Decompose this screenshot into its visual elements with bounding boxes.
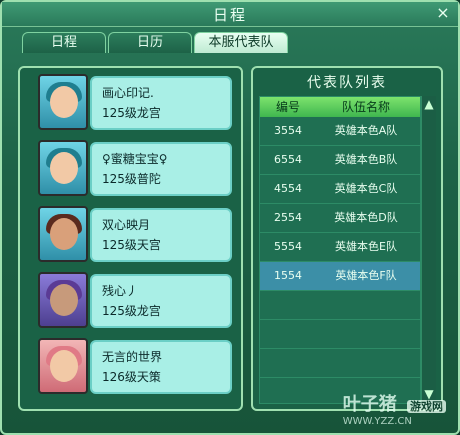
team-list-title: 代表队列表: [307, 75, 387, 91]
tab-server-team[interactable]: 本服代表队: [194, 32, 288, 53]
row-team-name: 英雄本色F队: [335, 269, 397, 282]
member-name: 画心印记.: [102, 86, 154, 100]
row-team-name: 英雄本色A队: [334, 124, 398, 137]
avatar: [38, 140, 88, 196]
table-header: 编号 队伍名称: [260, 97, 420, 117]
team-table: 编号 队伍名称 3554 英雄本色A队 6554 英雄本色B队 4554 英雄本色C队 …: [259, 96, 421, 404]
watermark: 叶子猪 游戏网 WWW.YZZ.CN: [343, 390, 446, 427]
table-row[interactable]: 2554 英雄本色D队: [260, 204, 420, 233]
row-team-name: 英雄本色E队: [335, 240, 397, 253]
member-name: ♀蜜糖宝宝♀: [102, 152, 168, 166]
member-card[interactable]: 画心印记. 125级龙宫: [38, 74, 240, 132]
avatar: [38, 338, 88, 394]
member-level: 126级天策: [102, 370, 161, 384]
avatar: [38, 272, 88, 328]
tab-calendar[interactable]: 日历: [108, 32, 192, 53]
table-row-selected[interactable]: 1554 英雄本色F队: [260, 262, 420, 291]
team-list-panel: 代表队列表 编号 队伍名称 3554 英雄本色A队 6554 英雄本色B队 4554 英…: [251, 66, 443, 411]
tab-schedule[interactable]: 日程: [22, 32, 106, 53]
member-card[interactable]: 无言的世界 126级天策: [38, 338, 240, 396]
watermark-main: 叶子猪: [342, 394, 397, 415]
table-row-empty: [260, 349, 420, 378]
row-team-name: 英雄本色C队: [334, 182, 398, 195]
member-card[interactable]: ♀蜜糖宝宝♀ 125级普陀: [38, 140, 240, 198]
title-bar: 日程 ×: [2, 2, 458, 27]
member-info: 残心丿 125级龙宫: [90, 274, 232, 328]
row-team-name: 英雄本色D队: [334, 211, 398, 224]
member-card[interactable]: 双心映月 125级天宫: [38, 206, 240, 264]
row-team-name: 英雄本色B队: [334, 153, 398, 166]
header-team-name: 队伍名称: [341, 100, 390, 114]
watermark-badge: 游戏网: [407, 400, 446, 413]
avatar: [38, 206, 88, 262]
row-id: 6554: [274, 153, 302, 166]
member-level: 125级普陀: [102, 172, 161, 186]
member-info: 画心印记. 125级龙宫: [90, 76, 232, 130]
row-id: 4554: [274, 182, 302, 195]
member-level: 125级龙宫: [102, 304, 161, 318]
member-level: 125级天宫: [102, 238, 161, 252]
row-id: 3554: [274, 124, 302, 137]
member-card[interactable]: 残心丿 125级龙宫: [38, 272, 240, 330]
schedule-window: 日程 × 日程 日历 本服代表队 画心印记. 125级龙宫 ♀蜜糖宝宝♀ 125…: [0, 0, 460, 435]
table-row-empty: [260, 320, 420, 349]
member-name: 无言的世界: [102, 350, 163, 364]
member-info: 双心映月 125级天宫: [90, 208, 232, 262]
close-icon[interactable]: ×: [434, 4, 452, 22]
table-row[interactable]: 4554 英雄本色C队: [260, 175, 420, 204]
window-title: 日程: [212, 6, 247, 24]
member-name: 残心丿: [102, 284, 139, 298]
member-name: 双心映月: [102, 218, 151, 232]
avatar: [38, 74, 88, 130]
team-members-panel: 画心印记. 125级龙宫 ♀蜜糖宝宝♀ 125级普陀 双心映月 125级天宫 残…: [18, 66, 243, 411]
row-id: 2554: [274, 211, 302, 224]
table-row[interactable]: 5554 英雄本色E队: [260, 233, 420, 262]
table-row[interactable]: 6554 英雄本色B队: [260, 146, 420, 175]
table-row[interactable]: 3554 英雄本色A队: [260, 117, 420, 146]
member-info: ♀蜜糖宝宝♀ 125级普陀: [90, 142, 232, 196]
member-level: 125级龙宫: [102, 106, 161, 120]
scroll-up-icon[interactable]: ▲: [422, 98, 436, 110]
table-row-empty: [260, 291, 420, 320]
row-id: 1554: [274, 269, 302, 282]
watermark-url: WWW.YZZ.CN: [342, 416, 412, 427]
scrollbar[interactable]: ▲ ▼: [421, 96, 436, 402]
header-id: 编号: [275, 100, 300, 114]
row-id: 5554: [274, 240, 302, 253]
member-info: 无言的世界 126级天策: [90, 340, 232, 394]
